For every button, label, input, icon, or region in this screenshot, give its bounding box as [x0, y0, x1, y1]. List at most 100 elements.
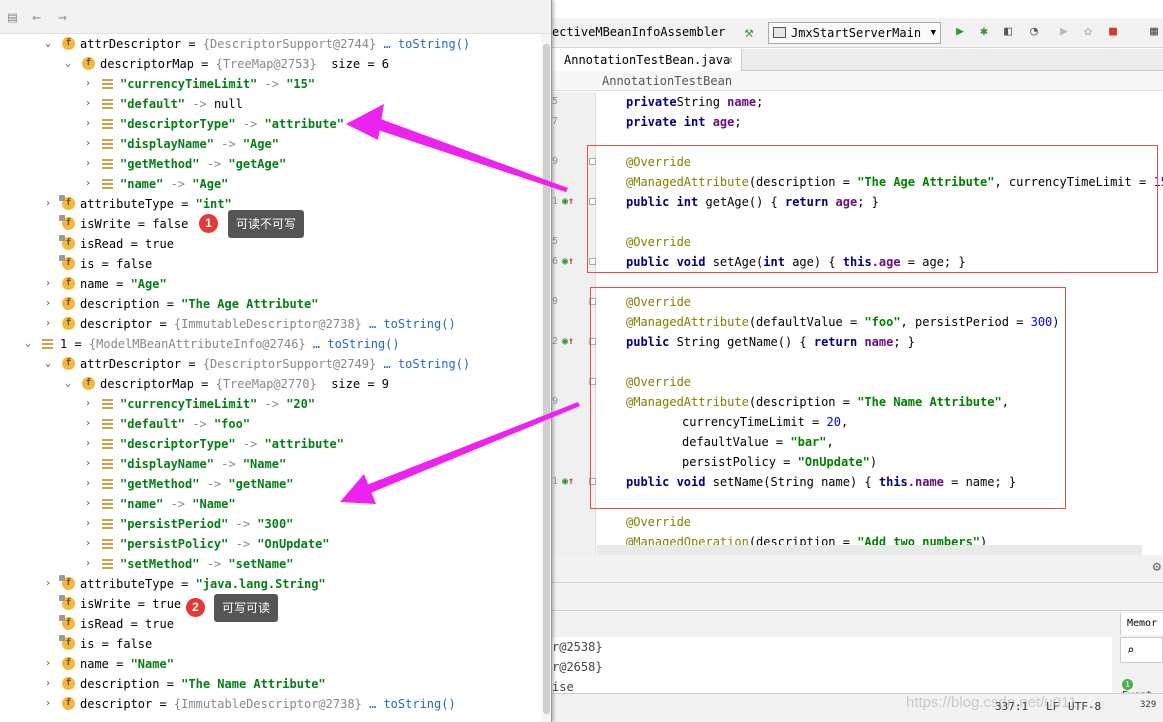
coverage-icon[interactable]: ◧: [1000, 24, 1016, 40]
gear-icon[interactable]: ⚙: [1153, 559, 1161, 575]
override-marker-icon[interactable]: ◉↑: [562, 256, 576, 268]
tab-memory[interactable]: Memor: [1120, 613, 1163, 635]
code-line[interactable]: @Override: [626, 512, 691, 532]
chevron-right-icon[interactable]: ›: [84, 498, 92, 510]
tree-row[interactable]: › f attributeType = "java.lang.String": [0, 574, 540, 594]
ide-toolbar: ectiveMBeanInfoAssembler ⚒ JmxStartServe…: [552, 18, 1163, 48]
search-icon[interactable]: ⌕: [1120, 637, 1163, 663]
tree-row-label: "name" -> "Name": [120, 494, 236, 514]
chevron-right-icon[interactable]: ›: [84, 78, 92, 90]
chevron-right-icon[interactable]: ›: [84, 178, 92, 190]
tree-row[interactable]: › "default" -> null: [0, 94, 540, 114]
tree-text-segment: {ImmutableDescriptor@2738}: [173, 697, 362, 711]
chevron-right-icon[interactable]: ›: [84, 118, 92, 130]
chevron-down-icon[interactable]: ⌄: [64, 58, 72, 70]
tree-row[interactable]: › "descriptorType" -> "attribute": [0, 114, 540, 134]
tree-row[interactable]: ⌄ 1 = {ModelMBeanAttributeInfo@2746} … to…: [0, 334, 540, 354]
chevron-right-icon[interactable]: ›: [84, 518, 92, 530]
hotswap-icon[interactable]: ✿: [1080, 24, 1096, 40]
profile-icon[interactable]: ◔: [1026, 24, 1042, 40]
tree-row[interactable]: › f description = "The Age Attribute": [0, 294, 540, 314]
chevron-right-icon[interactable]: ›: [84, 438, 92, 450]
tree-row[interactable]: › "name" -> "Name": [0, 494, 540, 514]
chevron-right-icon[interactable]: ›: [84, 158, 92, 170]
stop-icon[interactable]: ■: [1105, 24, 1121, 40]
tree-row[interactable]: ⌄ f attrDescriptor = {DescriptorSupport@27…: [0, 354, 540, 374]
tree-text-segment[interactable]: … toString(): [383, 37, 470, 51]
chevron-right-icon[interactable]: ›: [84, 458, 92, 470]
chevron-right-icon[interactable]: ›: [44, 198, 52, 210]
tree-row[interactable]: f is = false: [0, 634, 540, 654]
tree-row[interactable]: › "displayName" -> "Name": [0, 454, 540, 474]
breadcrumb[interactable]: AnnotationTestBean: [552, 71, 1163, 91]
tree-text-segment[interactable]: … toString(): [369, 697, 456, 711]
tree-row[interactable]: › "default" -> "foo": [0, 414, 540, 434]
code-line[interactable]: private int age;: [626, 112, 742, 132]
tree-row-label: isWrite = false: [80, 214, 188, 234]
vertical-scrollbar[interactable]: [541, 34, 551, 722]
tree-row[interactable]: › "descriptorType" -> "attribute": [0, 434, 540, 454]
tree-text-segment[interactable]: … toString(): [313, 337, 400, 351]
run-icon[interactable]: ▶: [952, 24, 968, 40]
chevron-right-icon[interactable]: ›: [84, 98, 92, 110]
tree-row[interactable]: › "name" -> "Age": [0, 174, 540, 194]
project-structure-icon[interactable]: ▦: [1146, 24, 1162, 40]
override-marker-icon[interactable]: ◉↑: [562, 336, 576, 348]
chevron-down-icon[interactable]: ⌄: [24, 338, 32, 350]
tab-label: AnnotationTestBean.java: [564, 53, 731, 67]
tree-row[interactable]: › "currencyTimeLimit" -> "20": [0, 394, 540, 414]
chevron-right-icon[interactable]: ›: [44, 578, 52, 590]
chevron-down-icon[interactable]: ⌄: [64, 378, 72, 390]
chevron-right-icon[interactable]: ›: [84, 138, 92, 150]
chevron-right-icon[interactable]: ›: [44, 298, 52, 310]
tree-row[interactable]: ⌄ f attrDescriptor = {DescriptorSupport@27…: [0, 34, 540, 54]
attach-icon[interactable]: ▶: [1056, 24, 1072, 40]
chevron-right-icon[interactable]: ›: [44, 318, 52, 330]
tree-text-segment: {DescriptorSupport@2749}: [202, 357, 377, 371]
chevron-right-icon[interactable]: ›: [84, 558, 92, 570]
chevron-right-icon[interactable]: ›: [84, 398, 92, 410]
chevron-right-icon[interactable]: ›: [44, 678, 52, 690]
horizontal-scrollbar[interactable]: [597, 545, 1142, 555]
tree-row[interactable]: › f descriptor = {ImmutableDescriptor@2738…: [0, 694, 540, 714]
tree-row[interactable]: › "currencyTimeLimit" -> "15": [0, 74, 540, 94]
override-marker-icon[interactable]: ◉↑: [562, 476, 576, 488]
tree-row[interactable]: › "displayName" -> "Age": [0, 134, 540, 154]
chevron-down-icon[interactable]: ⌄: [44, 358, 52, 370]
chevron-right-icon[interactable]: ›: [44, 698, 52, 710]
tree-row[interactable]: › "persistPeriod" -> "300": [0, 514, 540, 534]
close-icon[interactable]: ×: [726, 49, 733, 71]
tree-row[interactable]: f is = false: [0, 254, 540, 274]
tree-row[interactable]: › "persistPolicy" -> "OnUpdate": [0, 534, 540, 554]
code-line[interactable]: privateString name;: [626, 92, 763, 112]
layout-icon[interactable]: ▤: [8, 8, 17, 26]
tree-row[interactable]: › f descriptor = {ImmutableDescriptor@2738…: [0, 314, 540, 334]
chevron-right-icon[interactable]: ›: [84, 418, 92, 430]
chevron-right-icon[interactable]: ›: [84, 478, 92, 490]
scrollbar-thumb[interactable]: [543, 44, 550, 714]
chevron-down-icon[interactable]: ⌄: [44, 38, 52, 50]
forward-arrow-icon[interactable]: →: [58, 8, 67, 26]
override-marker-icon[interactable]: ◉↑: [562, 196, 576, 208]
tree-row[interactable]: › f name = "Age": [0, 274, 540, 294]
tree-row[interactable]: › "setMethod" -> "setName": [0, 554, 540, 574]
chevron-right-icon[interactable]: ›: [84, 538, 92, 550]
build-hammer-icon[interactable]: ⚒: [740, 23, 758, 41]
tree-row[interactable]: › f name = "Name": [0, 654, 540, 674]
tree-row[interactable]: › f description = "The Name Attribute": [0, 674, 540, 694]
chevron-right-icon[interactable]: ›: [44, 658, 52, 670]
tab-annotation-test-bean[interactable]: AnnotationTestBean.java ×: [552, 49, 742, 71]
tree-text-segment[interactable]: … toString(): [383, 357, 470, 371]
tree-text-segment[interactable]: … toString(): [369, 317, 456, 331]
tree-row[interactable]: › "getMethod" -> "getName": [0, 474, 540, 494]
tree-row[interactable]: ⌄ f descriptorMap = {TreeMap@2770} size = …: [0, 374, 540, 394]
run-config-select[interactable]: JmxStartServerMain ▼: [768, 22, 941, 44]
callout-badge-1: 1: [199, 214, 218, 233]
tree-row[interactable]: › "getMethod" -> "getAge": [0, 154, 540, 174]
list-item[interactable]: r@2658}: [552, 657, 1112, 677]
chevron-right-icon[interactable]: ›: [44, 278, 52, 290]
tree-row[interactable]: ⌄ f descriptorMap = {TreeMap@2753} size = …: [0, 54, 540, 74]
list-item[interactable]: r@2538}: [552, 637, 1112, 657]
back-arrow-icon[interactable]: ←: [32, 8, 41, 26]
debug-icon[interactable]: ✱: [976, 24, 992, 40]
